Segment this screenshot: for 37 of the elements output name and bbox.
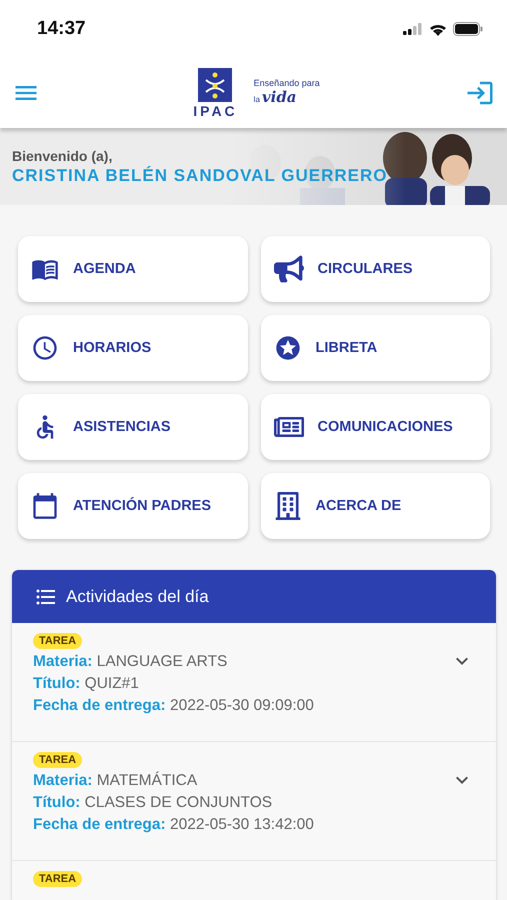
task-badge: TAREA [33, 752, 82, 768]
logo-tagline: Enseñando para [254, 78, 320, 88]
activity-detail: Título: CLASES DE CONJUNTOS [33, 794, 274, 812]
activities-title: Actividades del día [66, 586, 209, 606]
logo-script-word: vida [262, 88, 297, 106]
star-icon [274, 334, 302, 362]
wifi-icon [429, 22, 447, 36]
signal-icon [403, 23, 423, 35]
activity-detail: Materia: MATEMÁTICA [33, 772, 198, 790]
clock-icon [31, 334, 59, 362]
menu-tile[interactable]: CIRCULARES [260, 236, 490, 302]
activity-detail: Materia: LANGUAGE ARTS [33, 653, 228, 671]
logo-name: IPAC [193, 102, 238, 118]
activity-detail: Fecha de entrega: 2022-05-30 09:09:00 [33, 697, 315, 715]
status-time: 14:37 [37, 18, 86, 40]
building-icon [274, 492, 302, 520]
logo-tagline: la [254, 94, 260, 104]
menu-tile[interactable]: ACERCA DE [260, 473, 490, 539]
activity-item[interactable]: TAREA Materia: MATEMÁTICA Título: CLASES DE CONJUNTOS Fecha de entrega: 2022-05-30 13:42:00 [12, 742, 496, 861]
activity-detail: Título: QUIZ#1 [33, 675, 140, 693]
menu-tile[interactable]: LIBRETA [260, 315, 490, 381]
logo-icon [198, 68, 232, 102]
activity-item[interactable]: TAREA Materia: LANGUAGE ARTS Título: QUIZ#1 Fecha de entrega: 2022-05-30 09:09:00 [12, 623, 496, 742]
welcome-greeting: Bienvenido (a), [12, 148, 114, 164]
menu-tile[interactable]: AGENDA [18, 236, 248, 302]
task-badge: TAREA [33, 871, 82, 887]
menu-tile[interactable]: ASISTENCIAS [18, 394, 248, 460]
user-name: CRISTINA BELÉN SANDOVAL GUERRERO [12, 166, 388, 186]
activity-item[interactable]: TAREA [12, 861, 496, 900]
activity-detail: Fecha de entrega: 2022-05-30 13:42:00 [33, 816, 315, 834]
megaphone-icon [274, 254, 304, 284]
calendar-icon [31, 492, 59, 520]
battery-icon [453, 22, 483, 36]
menu-tile[interactable]: ATENCIÓN PADRES [18, 473, 248, 539]
menu-tile[interactable]: COMUNICACIONES [260, 394, 490, 460]
menu-tile[interactable]: HORARIOS [18, 315, 248, 381]
task-badge: TAREA [33, 633, 82, 649]
